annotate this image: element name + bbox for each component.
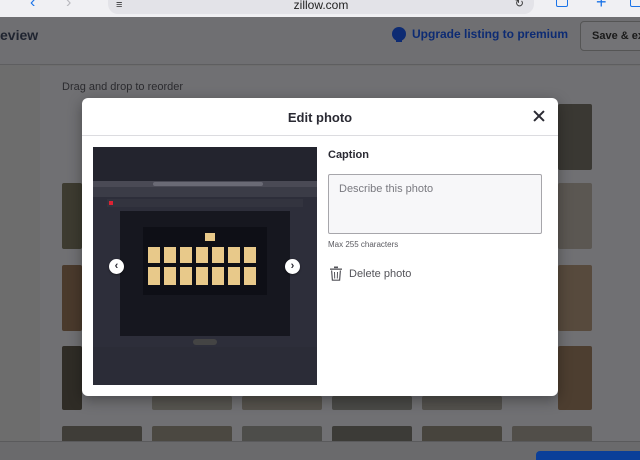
new-tab-icon[interactable]: + <box>596 0 607 13</box>
modal-header: Edit photo <box>82 98 558 136</box>
close-icon[interactable] <box>530 107 548 125</box>
back-icon[interactable]: ‹ <box>30 0 35 12</box>
caption-input[interactable] <box>328 174 542 234</box>
photo-thumbnail[interactable] <box>62 346 82 410</box>
page-title: eview <box>0 27 39 43</box>
photo-thumbnail[interactable] <box>558 346 592 410</box>
photo-thumbnail[interactable] <box>558 183 592 249</box>
save-exit-button[interactable]: Save & ex <box>580 21 640 51</box>
reload-icon[interactable]: ↻ <box>515 0 524 10</box>
upgrade-label: Upgrade listing to premium <box>412 27 569 41</box>
caption-label: Caption <box>328 149 369 161</box>
photo-thumbnail[interactable] <box>62 183 82 249</box>
photo-thumbnail[interactable] <box>558 265 592 331</box>
photo-thumbnail[interactable] <box>558 104 592 170</box>
trash-icon <box>330 266 342 281</box>
modal-title: Edit photo <box>287 110 353 125</box>
edit-photo-modal: Edit photo ‹ › Caption Max 255 <box>82 98 558 396</box>
next-photo-button[interactable]: › <box>285 259 300 274</box>
upgrade-link[interactable]: Upgrade listing to premium <box>392 27 569 42</box>
max-characters-hint: Max 255 characters <box>328 240 399 249</box>
photo-thumbnail[interactable] <box>62 265 82 331</box>
previous-photo-button[interactable]: ‹ <box>109 259 124 274</box>
chevron-left-icon: ‹ <box>114 260 119 272</box>
browser-toolbar: ‹ › ≡ zillow.com ↻ + <box>0 0 640 17</box>
page-header: eview Upgrade listing to premium Save & … <box>0 17 640 65</box>
reorder-hint: Drag and drop to reorder <box>62 81 184 93</box>
share-icon[interactable] <box>556 0 568 7</box>
photo-thumbnail[interactable] <box>422 396 502 410</box>
address-bar[interactable]: ≡ zillow.com ↻ <box>108 0 534 14</box>
url-text: zillow.com <box>293 0 349 12</box>
delete-photo-label: Delete photo <box>349 267 412 280</box>
footer-primary-button[interactable] <box>536 451 640 460</box>
forward-icon[interactable]: › <box>66 0 71 12</box>
chevron-right-icon: › <box>290 260 295 272</box>
photo-preview <box>93 147 317 385</box>
photo-thumbnail[interactable] <box>152 396 232 410</box>
tabs-icon[interactable] <box>630 0 640 7</box>
photo-thumbnail[interactable] <box>332 396 412 410</box>
upgrade-badge-icon <box>392 27 406 42</box>
delete-photo-button[interactable]: Delete photo <box>329 266 411 281</box>
photo-thumbnail[interactable] <box>242 396 322 410</box>
